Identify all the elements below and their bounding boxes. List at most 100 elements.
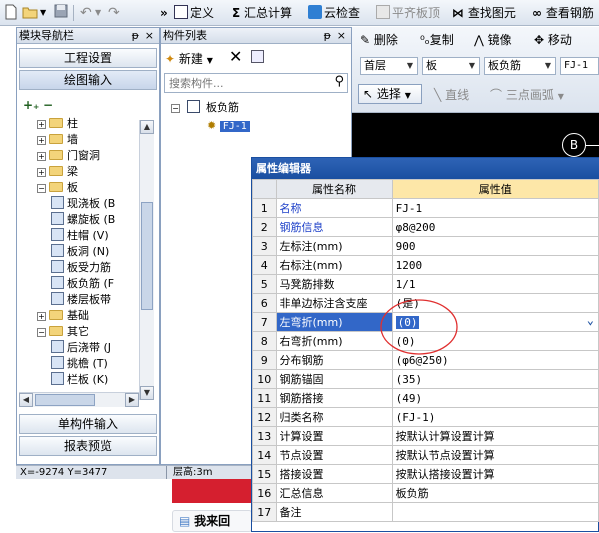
property-value[interactable]: 按默认计算设置计算	[391, 426, 599, 446]
hscroll-thumb[interactable]	[35, 394, 95, 406]
property-row[interactable]: 8 右弯折(mm) (0)	[252, 331, 599, 351]
property-row[interactable]: 2 钢筋信息 φ8@200	[252, 217, 599, 237]
property-value[interactable]: 1/1	[391, 274, 599, 294]
property-row[interactable]: 3 左标注(mm) 900	[252, 236, 599, 256]
property-value[interactable]: 板负筋	[391, 483, 599, 503]
module-tree-item[interactable]: + 墙	[37, 132, 78, 148]
module-tree-scrollbar[interactable]: ▲ ▼	[139, 120, 154, 400]
property-row[interactable]: 16 汇总信息 板负筋	[252, 483, 599, 503]
arc-button[interactable]: ⌒ 三点画弧 ▼	[490, 86, 564, 104]
property-value[interactable]: (是)	[391, 293, 599, 313]
new-component-button[interactable]: ✦ 新建 ▼	[165, 50, 213, 67]
scroll-left-icon[interactable]: ◀	[19, 393, 33, 407]
property-value[interactable]: (49)	[391, 388, 599, 408]
pin-icon[interactable]: ᵽ	[324, 28, 331, 43]
module-tree-hscrollbar[interactable]: ◀ ▶	[19, 392, 139, 407]
property-row[interactable]: 9 分布钢筋 (φ6@250)	[252, 350, 599, 370]
close-icon[interactable]: ×	[337, 28, 346, 43]
module-tree-item[interactable]: 板负筋 (F	[51, 276, 114, 292]
scroll-thumb[interactable]	[141, 202, 153, 310]
module-tree-item[interactable]: + 柱	[37, 116, 78, 132]
copy-component-icon[interactable]	[251, 50, 264, 63]
expand-icon[interactable]: +	[37, 312, 46, 321]
module-tree-item[interactable]: 柱帽 (V)	[51, 228, 109, 244]
copy-button[interactable]: ⁰ₒ复制	[420, 31, 454, 49]
property-value[interactable]: FJ-1	[391, 198, 599, 218]
component-item[interactable]: ✹ FJ-1	[207, 118, 250, 134]
expand-icon[interactable]: +	[37, 168, 46, 177]
open-folder-icon[interactable]	[22, 4, 38, 22]
define-button[interactable]: 定义	[174, 4, 214, 22]
module-tree-item[interactable]: 楼层板带	[51, 292, 111, 308]
property-row[interactable]: 14 节点设置 按默认节点设置计算	[252, 445, 599, 465]
single-input-button[interactable]: 单构件输入	[19, 414, 157, 434]
property-row[interactable]: 11 钢筋搭接 (49)	[252, 388, 599, 408]
type-select[interactable]: 板负筋 ▼	[484, 57, 556, 75]
collapse-icon[interactable]: −	[37, 184, 46, 193]
line-button[interactable]: ╲ 直线	[434, 86, 469, 104]
property-row[interactable]: 13 计算设置 按默认计算设置计算	[252, 426, 599, 446]
module-tree-item[interactable]: 现浇板 (B	[51, 196, 115, 212]
report-preview-button[interactable]: 报表预览	[19, 436, 157, 456]
reply-bubble[interactable]: ▤ 我来回	[172, 510, 252, 532]
scroll-right-icon[interactable]: ▶	[125, 393, 139, 407]
component-group[interactable]: − 板负筋	[171, 100, 239, 116]
undo-dropdown-icon[interactable]: ▼	[95, 4, 101, 22]
module-tree-item[interactable]: 栏板 (K)	[51, 372, 108, 388]
property-row[interactable]: 10 钢筋锚固 (35)	[252, 369, 599, 389]
module-tree-item[interactable]: − 板	[37, 180, 78, 196]
property-value[interactable]: (0)	[391, 331, 599, 351]
property-value[interactable]: φ8@200	[391, 217, 599, 237]
dropdown-arrow-icon[interactable]: ▼	[40, 4, 46, 22]
component-search-input[interactable]	[167, 75, 327, 91]
chevron-down-icon[interactable]: ⌄	[587, 313, 594, 327]
module-tree-item[interactable]: 挑檐 (T)	[51, 356, 108, 372]
expand-icon[interactable]: +	[37, 120, 46, 129]
toolbar-overflow-icon[interactable]: »	[160, 4, 168, 22]
cloud-check-button[interactable]: 云检查	[308, 4, 360, 22]
property-row[interactable]: 12 归类名称 (FJ-1)	[252, 407, 599, 427]
save-icon[interactable]	[54, 4, 68, 22]
undo-icon[interactable]: ↶	[80, 4, 92, 22]
module-tree-item[interactable]: 螺旋板 (B	[51, 212, 115, 228]
property-row[interactable]: 5 马凳筋排数 1/1	[252, 274, 599, 294]
find-element-button[interactable]: ⋈ 查找图元	[452, 4, 516, 22]
move-button[interactable]: ✥ 移动	[534, 31, 572, 49]
scroll-down-icon[interactable]: ▼	[140, 386, 154, 400]
expand-icon[interactable]: +	[37, 152, 46, 161]
property-value[interactable]: 按默认搭接设置计算	[391, 464, 599, 484]
property-row[interactable]: 4 右标注(mm) 1200	[252, 255, 599, 275]
floor-select[interactable]: 首层 ▼	[360, 57, 418, 75]
sum-calc-button[interactable]: Σ 汇总计算	[232, 4, 292, 22]
flat-roof-button[interactable]: 平齐板顶	[376, 4, 440, 22]
search-icon[interactable]: ⚲	[334, 74, 344, 89]
drawing-input-button[interactable]: 绘图输入	[19, 70, 157, 90]
scroll-up-icon[interactable]: ▲	[140, 120, 154, 134]
collapse-icon[interactable]: −	[171, 104, 180, 113]
property-value[interactable]: 按默认节点设置计算	[391, 445, 599, 465]
project-settings-button[interactable]: 工程设置	[19, 48, 157, 68]
collapse-icon[interactable]: −	[37, 328, 46, 337]
property-row[interactable]: 15 搭接设置 按默认搭接设置计算	[252, 464, 599, 484]
property-value[interactable]: (φ6@250)	[391, 350, 599, 370]
mirror-button[interactable]: ⋀ 镜像	[474, 31, 512, 49]
property-row[interactable]: 7 左弯折(mm) (0) ⌄	[252, 312, 599, 332]
delete-component-icon[interactable]: ✕	[229, 47, 242, 66]
element-select[interactable]: FJ-1	[560, 57, 599, 75]
module-tree-item[interactable]: 后浇带 (J	[51, 340, 111, 356]
module-tree-item[interactable]: + 基础	[37, 308, 89, 324]
module-tree-item[interactable]: + 梁	[37, 164, 78, 180]
select-button[interactable]: ↖ 选择 ▼	[358, 84, 422, 104]
property-value[interactable]	[391, 502, 599, 522]
delete-button[interactable]: ✎ 删除	[360, 31, 398, 49]
property-row[interactable]: 17 备注	[252, 502, 599, 522]
pin-icon[interactable]: ᵽ	[132, 28, 139, 43]
expand-all-icon[interactable]: +₊	[23, 98, 39, 112]
property-value[interactable]: 1200	[391, 255, 599, 275]
redo-icon[interactable]: ↷	[108, 4, 120, 22]
expand-icon[interactable]: +	[37, 136, 46, 145]
module-tree-item[interactable]: 板洞 (N)	[51, 244, 109, 260]
close-icon[interactable]: ×	[145, 28, 154, 43]
category-select[interactable]: 板 ▼	[422, 57, 480, 75]
new-file-icon[interactable]	[4, 4, 18, 22]
